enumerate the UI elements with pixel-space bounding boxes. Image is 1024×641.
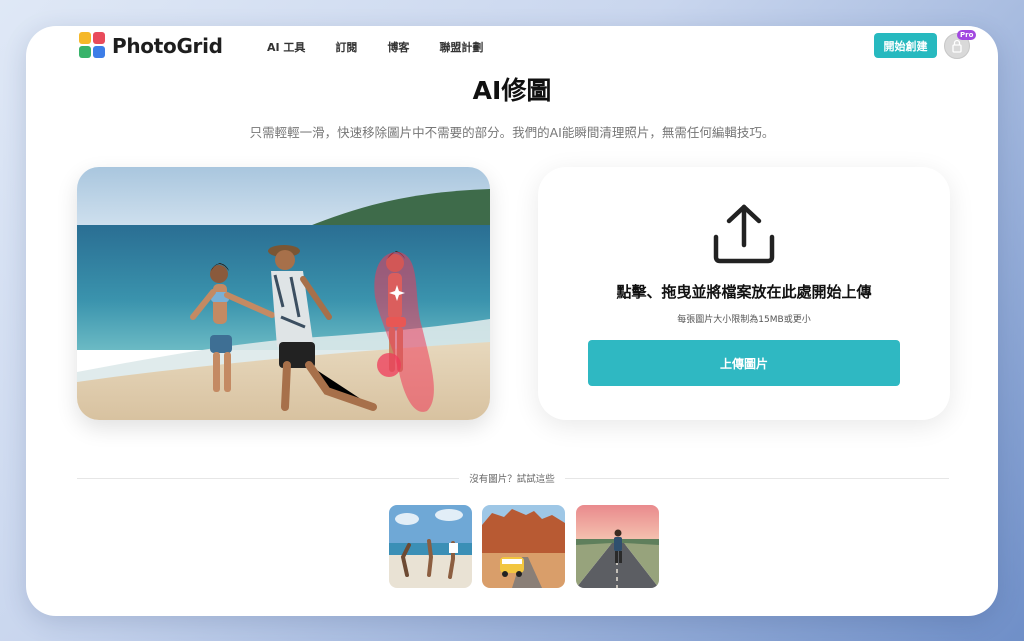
beach-photo-illustration: [77, 167, 490, 420]
nav-item-blog[interactable]: 博客: [387, 39, 409, 55]
sample-image-desert-van[interactable]: [482, 505, 565, 588]
pro-badge: Pro: [957, 30, 977, 40]
nav-item-subscribe[interactable]: 訂閱: [335, 39, 357, 55]
start-creating-button[interactable]: 開始創建: [874, 33, 937, 58]
photogrid-logo-icon: [79, 32, 106, 59]
page-subtitle: 只需輕輕一滑，快速移除圖片中不需要的部分。我們的AI能瞬間清理照片，無需任何編輯…: [249, 125, 775, 140]
upload-image-button[interactable]: 上傳圖片: [588, 340, 900, 386]
main-window: PhotoGrid AI 工具 訂閱 博客 聯盟計劃 開始創建 Pro AI修圖…: [26, 26, 998, 616]
brand-name: PhotoGrid: [112, 33, 223, 58]
nav-item-affiliate[interactable]: 聯盟計劃: [439, 39, 483, 55]
sample-image-road-walker[interactable]: [576, 505, 659, 588]
demo-image: [77, 167, 490, 420]
sample-heading: 沒有圖片？試試這些: [26, 471, 998, 485]
upload-size-limit: 每張圖片大小限制為15MB或更小: [677, 315, 811, 325]
upload-icon: [713, 204, 775, 264]
main-nav: AI 工具 訂閱 博客 聯盟計劃: [267, 39, 483, 55]
page-title: AI修圖: [472, 76, 552, 105]
sample-image-beach-friends[interactable]: [389, 505, 472, 588]
nav-item-ai-tools[interactable]: AI 工具: [267, 39, 305, 55]
brand-logo[interactable]: PhotoGrid: [79, 32, 223, 59]
upload-title: 點擊、拖曳並將檔案放在此處開始上傳: [616, 283, 872, 301]
upload-dropzone[interactable]: 點擊、拖曳並將檔案放在此處開始上傳 每張圖片大小限制為15MB或更小 上傳圖片: [538, 167, 950, 420]
